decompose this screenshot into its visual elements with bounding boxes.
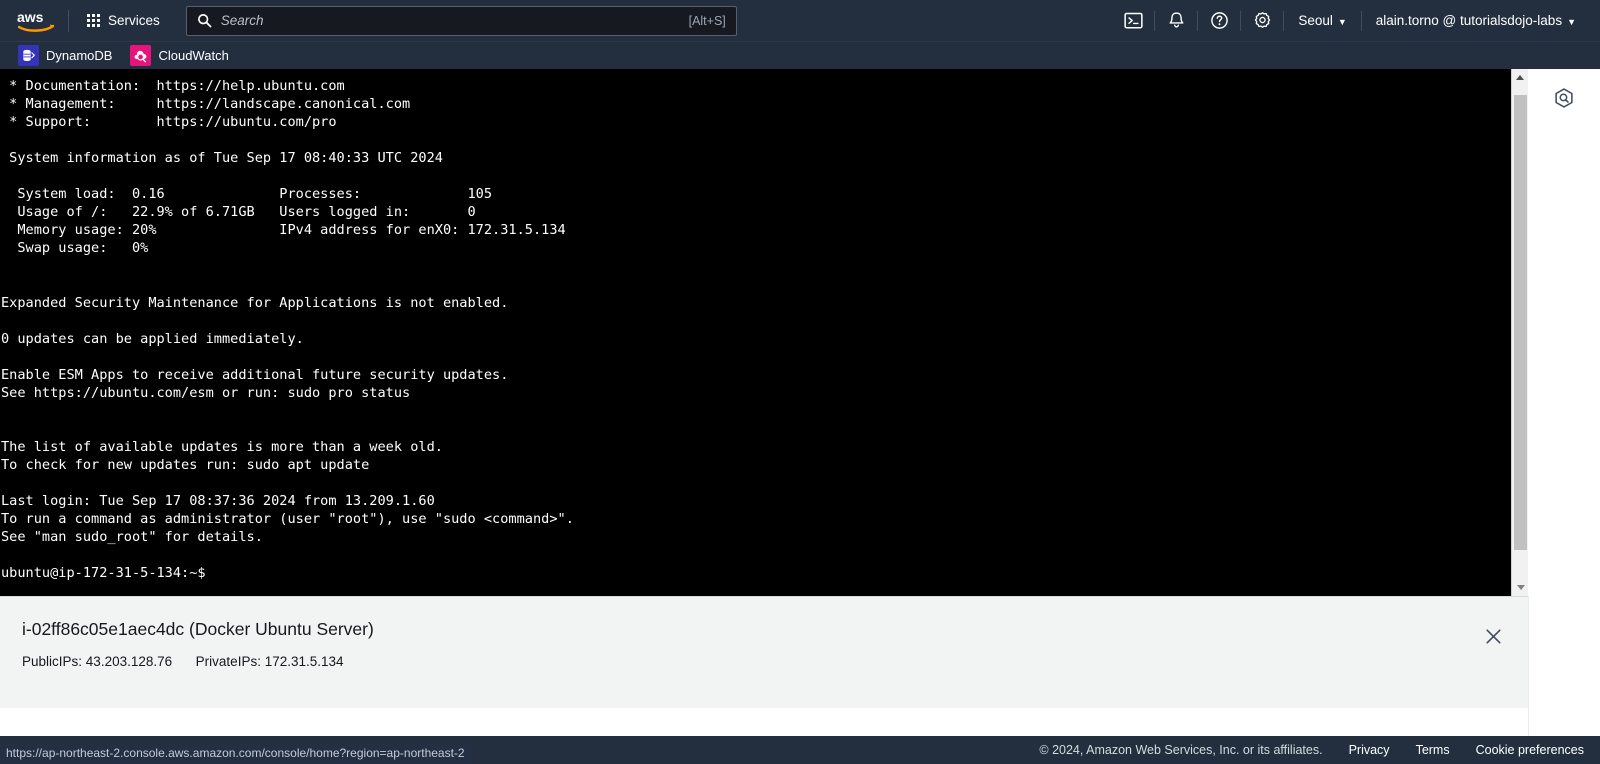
chevron-up-icon (1516, 75, 1524, 80)
services-label: Services (108, 13, 160, 28)
terminal-scrollbar[interactable] (1511, 69, 1529, 596)
cloudshell-icon (1124, 12, 1143, 29)
top-navigation-bar: aws Services Search [Alt+S] Seoul ▼ alai… (0, 0, 1600, 41)
help-button[interactable] (1198, 0, 1240, 41)
public-ips-value: 43.203.128.76 (85, 654, 173, 669)
account-label: alain.torno @ tutorialsdojo-labs (1375, 13, 1563, 28)
services-menu-button[interactable]: Services (79, 7, 168, 34)
gear-icon (1254, 12, 1271, 28)
aws-logo[interactable]: aws (14, 8, 58, 34)
notifications-button[interactable] (1155, 0, 1197, 41)
nav-divider (68, 9, 69, 32)
region-label: Seoul (1298, 13, 1333, 28)
search-shortcut-hint: [Alt+S] (688, 13, 726, 28)
favorites-bar: DynamoDB CloudWatch (0, 41, 1600, 69)
scrollbar-thumb[interactable] (1514, 95, 1527, 550)
instance-info-panel: i-02ff86c05e1aec4dc (Docker Ubuntu Serve… (0, 596, 1528, 708)
search-icon (197, 14, 212, 28)
favorite-label: CloudWatch (158, 48, 229, 63)
scrollbar-down-button[interactable] (1512, 579, 1529, 596)
scrollbar-up-button[interactable] (1511, 69, 1529, 86)
search-input[interactable]: Search [Alt+S] (185, 5, 737, 36)
close-icon (1485, 628, 1501, 644)
svg-text:aws: aws (17, 9, 44, 25)
cloudshell-button[interactable] (1112, 0, 1154, 41)
amazon-q-button[interactable] (1547, 81, 1581, 115)
private-ips-value: 172.31.5.134 (264, 654, 344, 669)
footer-link-terms[interactable]: Terms (1416, 743, 1450, 757)
region-selector[interactable]: Seoul ▼ (1284, 0, 1360, 41)
help-icon (1211, 12, 1228, 29)
terminal-text: * Documentation: https://help.ubuntu.com… (1, 78, 574, 582)
instance-title: i-02ff86c05e1aec4dc (Docker Ubuntu Serve… (22, 619, 374, 639)
settings-button[interactable] (1241, 0, 1283, 41)
account-menu[interactable]: alain.torno @ tutorialsdojo-labs ▼ (1362, 0, 1590, 41)
bell-icon (1169, 12, 1184, 28)
dynamodb-icon (18, 45, 39, 66)
copyright-text: © 2024, Amazon Web Services, Inc. or its… (1039, 743, 1323, 757)
close-panel-button[interactable] (1482, 625, 1504, 647)
private-ips-label: PrivateIPs: (195, 654, 261, 669)
right-rail (1528, 69, 1600, 596)
amazon-q-hexagon-icon (1555, 88, 1573, 108)
main-content: * Documentation: https://help.ubuntu.com… (0, 69, 1600, 764)
chevron-down-icon: ▼ (1337, 16, 1347, 27)
chevron-down-icon: ▼ (1567, 16, 1576, 27)
search-placeholder: Search (220, 13, 264, 28)
public-ips-label: PublicIPs: (22, 654, 83, 669)
cloudwatch-icon (130, 45, 152, 66)
terminal-output-area[interactable]: * Documentation: https://help.ubuntu.com… (0, 69, 1511, 596)
terminal-region: * Documentation: https://help.ubuntu.com… (0, 69, 1529, 596)
instance-ip-row: PublicIPs: 43.203.128.76 PrivateIPs: 172… (22, 654, 1508, 669)
chevron-down-icon (1516, 585, 1525, 590)
favorite-cloudwatch[interactable]: CloudWatch (126, 43, 236, 68)
grid-icon (87, 14, 100, 27)
footer-link-privacy[interactable]: Privacy (1349, 743, 1390, 757)
favorite-label: DynamoDB (46, 48, 113, 63)
footer-link-cookie-preferences[interactable]: Cookie preferences (1476, 743, 1584, 757)
nav-right-cluster: Seoul ▼ alain.torno @ tutorialsdojo-labs… (1112, 0, 1590, 41)
favorite-dynamodb[interactable]: DynamoDB (14, 43, 120, 68)
status-bar-url: https://ap-northeast-2.console.aws.amazo… (0, 743, 472, 764)
